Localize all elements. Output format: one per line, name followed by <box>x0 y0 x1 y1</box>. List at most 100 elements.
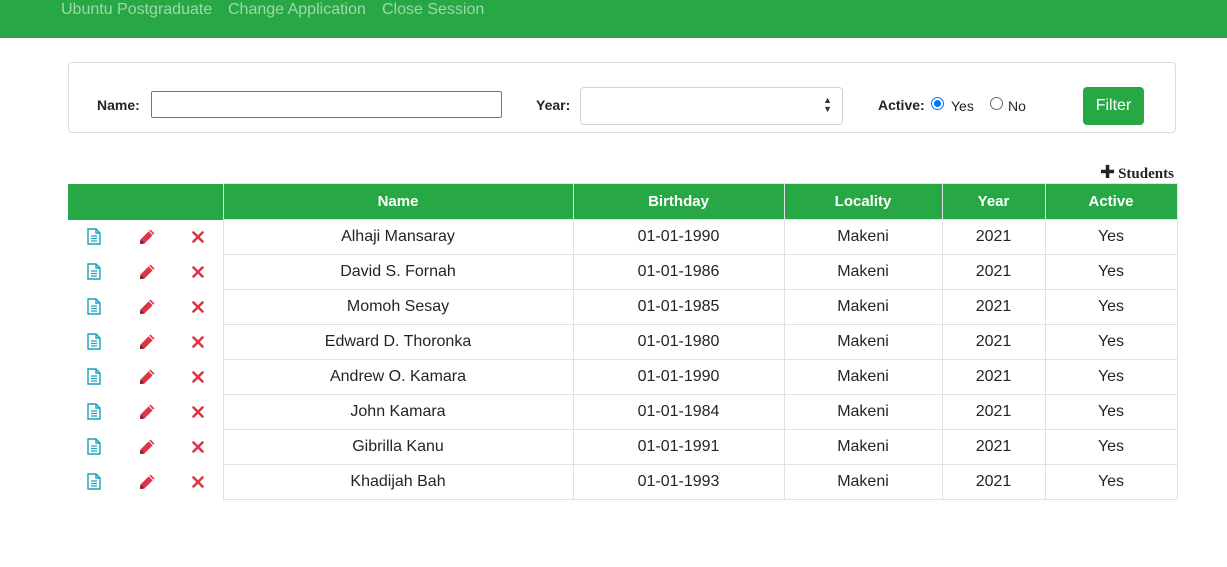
cell-birthday: 01-01-1986 <box>572 254 785 290</box>
view-record-button[interactable] <box>68 325 120 360</box>
pencil-icon[interactable] <box>139 263 156 280</box>
times-icon[interactable] <box>192 300 205 313</box>
edit-record-button[interactable] <box>120 290 174 325</box>
view-record-button[interactable] <box>68 290 120 325</box>
column-header-name[interactable]: Name <box>222 183 574 220</box>
nav-link-change-application[interactable]: Change Application <box>228 1 366 19</box>
active-no-label[interactable]: No <box>1008 98 1026 114</box>
students-table: Name Birthday Locality Year Active Alhaj… <box>68 183 1178 500</box>
cell-locality: Makeni <box>783 359 943 395</box>
pencil-icon[interactable] <box>139 368 156 385</box>
cell-active: Yes <box>1044 289 1178 325</box>
view-record-button[interactable] <box>68 360 120 395</box>
cell-birthday: 01-01-1980 <box>572 324 785 360</box>
cell-year: 2021 <box>941 324 1046 360</box>
delete-record-button[interactable] <box>174 255 223 290</box>
times-icon[interactable] <box>192 370 205 383</box>
view-record-button[interactable] <box>68 430 120 465</box>
cell-active: Yes <box>1044 359 1178 395</box>
cell-birthday: 01-01-1991 <box>572 429 785 465</box>
delete-record-button[interactable] <box>174 360 223 395</box>
cell-locality: Makeni <box>783 324 943 360</box>
cell-name: Gibrilla Kanu <box>222 429 574 465</box>
times-icon[interactable] <box>192 230 205 243</box>
file-text-icon[interactable] <box>87 473 101 490</box>
cell-active: Yes <box>1044 324 1178 360</box>
cell-locality: Makeni <box>783 289 943 325</box>
file-text-icon[interactable] <box>87 298 101 315</box>
edit-record-button[interactable] <box>120 255 174 290</box>
file-text-icon[interactable] <box>87 333 101 350</box>
table-row: Edward D. Thoronka 01-01-1980 Makeni 2021 Ye… <box>68 324 1178 360</box>
cell-locality: Makeni <box>783 394 943 430</box>
name-label: Name: <box>97 97 140 113</box>
cell-name: Alhaji Mansaray <box>222 219 574 255</box>
delete-record-button[interactable] <box>174 430 223 465</box>
column-header-year[interactable]: Year <box>941 183 1046 220</box>
cell-year: 2021 <box>941 254 1046 290</box>
table-row: Gibrilla Kanu 01-01-1991 Makeni 2021 Yes <box>68 429 1178 465</box>
delete-record-button[interactable] <box>174 395 223 430</box>
view-record-button[interactable] <box>68 220 120 255</box>
active-no-radio[interactable] <box>990 97 1003 110</box>
edit-record-button[interactable] <box>120 325 174 360</box>
edit-record-button[interactable] <box>120 360 174 395</box>
times-icon[interactable] <box>192 335 205 348</box>
view-record-button[interactable] <box>68 465 120 500</box>
cell-active: Yes <box>1044 254 1178 290</box>
delete-record-button[interactable] <box>174 465 223 500</box>
cell-year: 2021 <box>941 219 1046 255</box>
cell-locality: Makeni <box>783 219 943 255</box>
times-icon[interactable] <box>192 475 205 488</box>
year-label: Year: <box>536 97 571 113</box>
cell-name: Edward D. Thoronka <box>222 324 574 360</box>
filter-button[interactable]: Filter <box>1083 87 1144 125</box>
delete-record-button[interactable] <box>174 220 223 255</box>
filter-panel: Name: Year: ▲ ▼ Active: Yes No Filter <box>68 62 1176 133</box>
pencil-icon[interactable] <box>139 333 156 350</box>
edit-record-button[interactable] <box>120 220 174 255</box>
column-header-locality[interactable]: Locality <box>783 183 943 220</box>
table-row: David S. Fornah 01-01-1986 Makeni 2021 Yes <box>68 254 1178 290</box>
file-text-icon[interactable] <box>87 438 101 455</box>
cell-locality: Makeni <box>783 254 943 290</box>
cell-year: 2021 <box>941 289 1046 325</box>
pencil-icon[interactable] <box>139 228 156 245</box>
cell-name: David S. Fornah <box>222 254 574 290</box>
pencil-icon[interactable] <box>139 473 156 490</box>
add-students-label: Students <box>1118 166 1174 182</box>
table-row: John Kamara 01-01-1984 Makeni 2021 Yes <box>68 394 1178 430</box>
edit-record-button[interactable] <box>120 395 174 430</box>
cell-year: 2021 <box>941 359 1046 395</box>
column-header-active[interactable]: Active <box>1044 183 1178 220</box>
column-header-birthday[interactable]: Birthday <box>572 183 785 220</box>
file-text-icon[interactable] <box>87 228 101 245</box>
times-icon[interactable] <box>192 405 205 418</box>
name-input[interactable] <box>151 91 502 118</box>
delete-record-button[interactable] <box>174 290 223 325</box>
pencil-icon[interactable] <box>139 403 156 420</box>
view-record-button[interactable] <box>68 395 120 430</box>
active-yes-radio[interactable] <box>931 97 944 110</box>
active-yes-label[interactable]: Yes <box>951 98 974 114</box>
file-text-icon[interactable] <box>87 403 101 420</box>
table-row: Khadijah Bah 01-01-1993 Makeni 2021 Yes <box>68 464 1178 500</box>
times-icon[interactable] <box>192 265 205 278</box>
table-row: Momoh Sesay 01-01-1985 Makeni 2021 Yes <box>68 289 1178 325</box>
add-students-link[interactable]: ✚ Students <box>1100 162 1174 183</box>
edit-record-button[interactable] <box>120 465 174 500</box>
active-label: Active: <box>878 97 925 113</box>
edit-record-button[interactable] <box>120 430 174 465</box>
file-text-icon[interactable] <box>87 368 101 385</box>
times-icon[interactable] <box>192 440 205 453</box>
plus-icon: ✚ <box>1100 162 1116 183</box>
delete-record-button[interactable] <box>174 325 223 360</box>
pencil-icon[interactable] <box>139 298 156 315</box>
file-text-icon[interactable] <box>87 263 101 280</box>
nav-link-close-session[interactable]: Close Session <box>382 1 484 19</box>
view-record-button[interactable] <box>68 255 120 290</box>
cell-year: 2021 <box>941 394 1046 430</box>
pencil-icon[interactable] <box>139 438 156 455</box>
nav-link-ubuntu-postgraduate[interactable]: Ubuntu Postgraduate <box>61 1 212 19</box>
year-select[interactable]: ▲ ▼ <box>580 87 843 125</box>
